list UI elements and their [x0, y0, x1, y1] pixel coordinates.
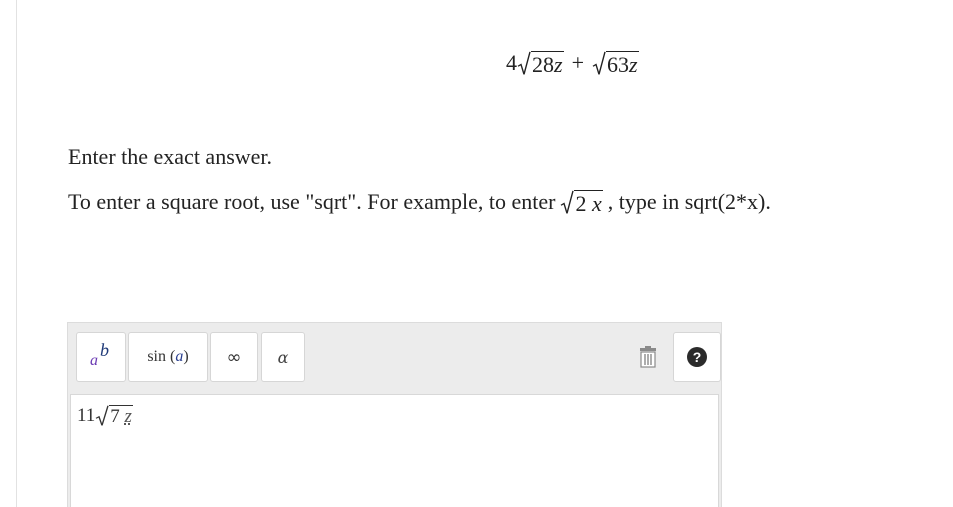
power-base: a: [90, 352, 98, 369]
problem-radical-2: 63z: [592, 50, 639, 77]
math-editor: a b sin (a) ∞ α ? 11 7 z: [67, 322, 722, 507]
problem-radicand-1: 28z: [531, 50, 564, 77]
sin-arg: a: [175, 348, 184, 365]
clear-button[interactable]: [625, 332, 671, 382]
help-icon: ?: [687, 347, 707, 367]
problem-radical-1: 28z: [517, 50, 564, 77]
left-border: [16, 0, 17, 507]
answer-radicand-variable: z: [124, 406, 132, 428]
radical-sign-icon: [517, 51, 531, 76]
radicand-variable: z: [628, 51, 638, 77]
answer-radicand-number: 7: [110, 406, 120, 428]
answer-input[interactable]: 11 7 z: [70, 394, 719, 507]
infinity-icon: ∞: [226, 346, 242, 368]
problem-coefficient: 4: [506, 50, 517, 75]
instruction-text-after: , type in sqrt(2*x).: [607, 189, 771, 214]
example-variable: x: [591, 190, 602, 216]
example-radical: 2 x: [560, 189, 603, 216]
answer-coefficient: 11: [77, 405, 96, 426]
problem-expression: 4 28z + 63z: [506, 50, 639, 76]
problem-radicand-2: 63z: [605, 50, 639, 77]
sin-button[interactable]: sin (a): [128, 332, 208, 382]
help-button[interactable]: ?: [673, 332, 721, 382]
math-toolbar: a b sin (a) ∞ α ?: [76, 332, 721, 384]
answer-radicand: 7 z: [109, 405, 133, 427]
alpha-icon: α: [277, 347, 289, 367]
radicand-number: 63: [606, 51, 629, 77]
radical-sign-icon: [592, 51, 606, 76]
answer-radical: 7 z: [95, 405, 133, 427]
radicand-number: 28: [532, 51, 554, 77]
instruction-text-before: To enter a square root, use "sqrt". For …: [68, 189, 556, 214]
trash-icon: [640, 346, 656, 368]
instruction-sqrt: To enter a square root, use "sqrt". For …: [68, 189, 771, 215]
example-radicand: 2 x: [574, 189, 603, 216]
infinity-button[interactable]: ∞: [210, 332, 258, 382]
instruction-exact-answer: Enter the exact answer.: [68, 144, 273, 169]
radicand-variable: z: [554, 51, 563, 77]
radical-sign-icon: [560, 190, 575, 215]
sin-label: sin (a): [147, 348, 189, 365]
plus-operator: +: [571, 50, 584, 75]
example-expression: 2 x: [560, 189, 603, 216]
superscript-icon: a b: [88, 340, 114, 370]
power-exponent: b: [100, 340, 109, 360]
answer-expression: 11 7 z: [77, 405, 133, 427]
power-button[interactable]: a b: [76, 332, 126, 382]
sin-func: sin: [147, 348, 166, 365]
radical-sign-icon: [95, 405, 109, 427]
alpha-button[interactable]: α: [261, 332, 305, 382]
example-number: 2: [575, 190, 587, 216]
